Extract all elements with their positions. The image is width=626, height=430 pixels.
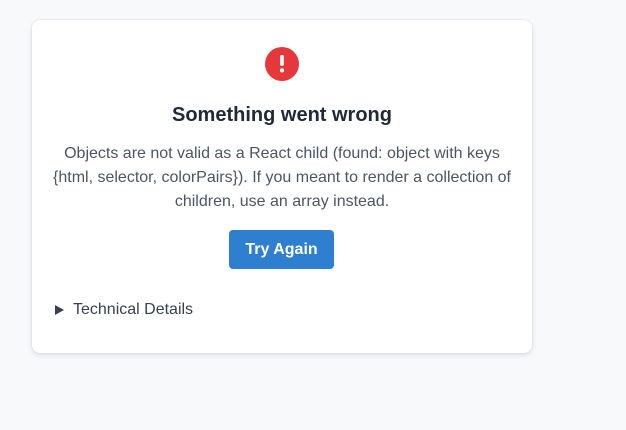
technical-details-label: Technical Details	[73, 301, 194, 318]
error-card: Something went wrong Objects are not val…	[32, 20, 532, 353]
try-again-button[interactable]: Try Again	[229, 230, 334, 269]
exclamation-circle-icon	[265, 47, 299, 81]
error-message: Objects are not valid as a React child (…	[53, 145, 511, 210]
technical-details-toggle[interactable]: Technical Details	[55, 300, 193, 320]
disclosure-triangle-right-icon	[55, 305, 64, 315]
error-title: Something went wrong	[172, 104, 392, 126]
